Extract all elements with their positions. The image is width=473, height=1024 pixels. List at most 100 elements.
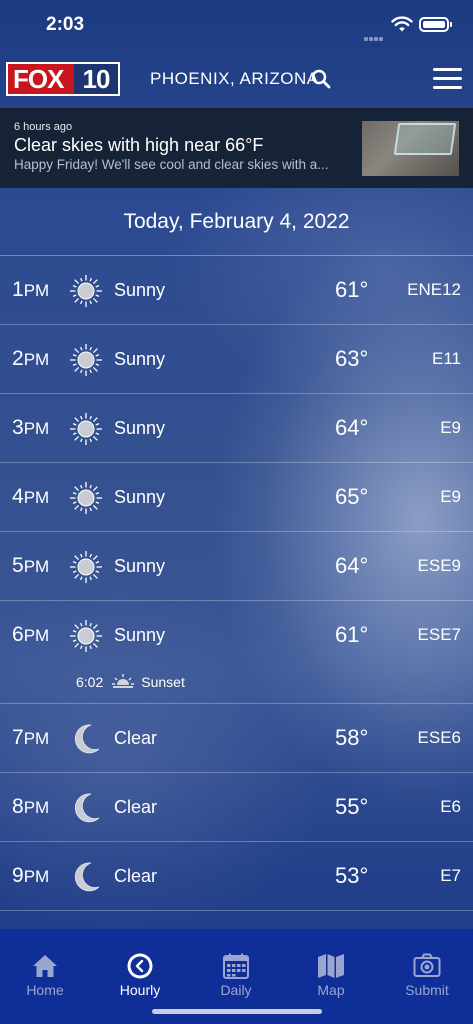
nav-map[interactable]: Map xyxy=(284,929,378,1009)
hour-wind: ESE7 xyxy=(417,625,461,644)
sun-icon xyxy=(69,619,103,653)
hour-condition: Clear xyxy=(114,797,158,817)
hour-condition: Sunny xyxy=(114,349,166,369)
nav-submit[interactable]: Submit xyxy=(380,929,473,1009)
hour-time: 8PM xyxy=(12,795,49,819)
date-header: Today, February 4, 2022 xyxy=(0,188,473,256)
hour-wind: ESE6 xyxy=(417,728,461,747)
sunset-time: 6:02 xyxy=(76,674,104,690)
hour-row[interactable]: 7PM Clear 58° ESE6 xyxy=(0,704,473,773)
hour-value: 8 xyxy=(12,795,24,818)
hour-ampm: PM xyxy=(23,798,50,817)
hour-time: 4PM xyxy=(12,485,49,509)
hour-time: 7PM xyxy=(12,726,49,750)
hour-temperature: 63° xyxy=(335,346,369,371)
hour-ampm: PM xyxy=(23,729,50,748)
nav-hourly[interactable]: Hourly xyxy=(93,929,187,1009)
sun-icon xyxy=(69,343,103,377)
news-title: Clear skies with high near 66°F xyxy=(14,135,264,155)
home-indicator xyxy=(152,1009,322,1014)
hour-condition: Clear xyxy=(114,866,158,886)
battery-icon xyxy=(419,17,452,32)
hour-temperature: 58° xyxy=(335,725,369,750)
nav-daily[interactable]: Daily xyxy=(189,929,283,1009)
hour-ampm: PM xyxy=(23,867,50,886)
hour-value: 9 xyxy=(12,864,24,887)
news-banner[interactable]: 6 hours ago Clear skies with high near 6… xyxy=(0,108,473,188)
hour-condition: Sunny xyxy=(114,556,166,576)
nav-label-daily: Daily xyxy=(220,982,252,998)
hour-condition: Clear xyxy=(114,728,158,748)
hour-condition: Sunny xyxy=(114,487,166,507)
sun-icon xyxy=(69,412,103,446)
hour-condition: Sunny xyxy=(114,280,166,300)
hour-wind: ENE12 xyxy=(407,280,461,299)
hour-time: 3PM xyxy=(12,416,49,440)
location-label[interactable]: PHOENIX, ARIZONA xyxy=(150,69,319,89)
news-thumbnail xyxy=(362,121,459,176)
hour-row[interactable]: 3PM Sunny 64° E9 xyxy=(0,394,473,463)
hour-row[interactable]: 1PM Sunny 61° ENE12 xyxy=(0,256,473,325)
home-icon xyxy=(33,955,57,977)
hourly-list: 1PM Sunny 61° ENE12 2PM Sunny 63° E11 3PM Sunny 64… xyxy=(0,256,473,911)
calendar-icon xyxy=(223,953,249,979)
logo-number: 10 xyxy=(74,64,118,94)
nav-home[interactable]: Home xyxy=(0,929,92,1009)
moon-icon xyxy=(69,722,103,756)
hour-condition: Sunny xyxy=(114,625,166,645)
hour-value: 5 xyxy=(12,554,24,577)
hour-temperature: 53° xyxy=(335,863,369,888)
hour-temperature: 61° xyxy=(335,622,369,647)
hour-value: 3 xyxy=(12,416,24,439)
sunset-label: Sunset xyxy=(141,674,185,690)
sun-icon xyxy=(69,481,103,515)
hour-value: 7 xyxy=(12,726,24,749)
hour-time: 9PM xyxy=(12,864,49,888)
hour-wind: E9 xyxy=(440,487,461,506)
status-time: 2:03 xyxy=(46,14,85,35)
hour-time: 1PM xyxy=(12,278,49,302)
hour-ampm: PM xyxy=(23,281,50,300)
hour-wind: E7 xyxy=(440,866,461,885)
hour-temperature: 65° xyxy=(335,484,369,509)
hour-row[interactable]: 4PM Sunny 65° E9 xyxy=(0,463,473,532)
hour-time: 6PM xyxy=(12,623,49,647)
hour-value: 2 xyxy=(12,347,24,370)
nav-label-hourly: Hourly xyxy=(119,982,161,998)
nav-label-map: Map xyxy=(317,982,345,998)
hour-temperature: 64° xyxy=(335,415,369,440)
fox10-logo[interactable]: FOX 10 xyxy=(6,62,120,96)
nav-label-submit: Submit xyxy=(405,982,449,998)
hamburger-menu-icon[interactable] xyxy=(433,68,462,90)
hour-wind: E6 xyxy=(440,797,461,816)
hour-value: 4 xyxy=(12,485,24,508)
wifi-icon xyxy=(391,16,413,32)
clock-icon xyxy=(127,953,153,979)
hour-ampm: PM xyxy=(23,626,50,645)
sun-icon xyxy=(69,550,103,584)
search-icon[interactable] xyxy=(311,69,331,89)
hour-ampm: PM xyxy=(23,350,50,369)
map-icon xyxy=(318,954,344,978)
hour-wind: ESE9 xyxy=(417,556,461,575)
hour-row[interactable]: 6PM Sunny 61° ESE7 6:02 Sunset xyxy=(0,601,473,704)
hour-row[interactable]: 2PM Sunny 63° E11 xyxy=(0,325,473,394)
hour-row[interactable]: 9PM Clear 53° E7 xyxy=(0,842,473,911)
hour-ampm: PM xyxy=(23,419,50,438)
nav-label-home: Home xyxy=(26,982,64,998)
hour-value: 1 xyxy=(12,278,24,301)
hour-ampm: PM xyxy=(23,488,50,507)
status-bar: 2:03 xyxy=(0,0,473,52)
hour-row[interactable]: 8PM Clear 55° E6 xyxy=(0,773,473,842)
app-header: FOX 10 PHOENIX, ARIZONA xyxy=(0,52,473,108)
moon-icon xyxy=(69,791,103,825)
hour-temperature: 55° xyxy=(335,794,369,819)
news-summary: Happy Friday! We'll see cool and clear s… xyxy=(14,157,329,172)
hour-wind: E11 xyxy=(432,349,461,368)
hour-ampm: PM xyxy=(23,557,50,576)
news-time: 6 hours ago xyxy=(14,121,73,133)
hour-temperature: 61° xyxy=(335,277,369,302)
hour-wind: E9 xyxy=(440,418,461,437)
hour-row[interactable]: 5PM Sunny 64° ESE9 xyxy=(0,532,473,601)
hour-time: 2PM xyxy=(12,347,49,371)
